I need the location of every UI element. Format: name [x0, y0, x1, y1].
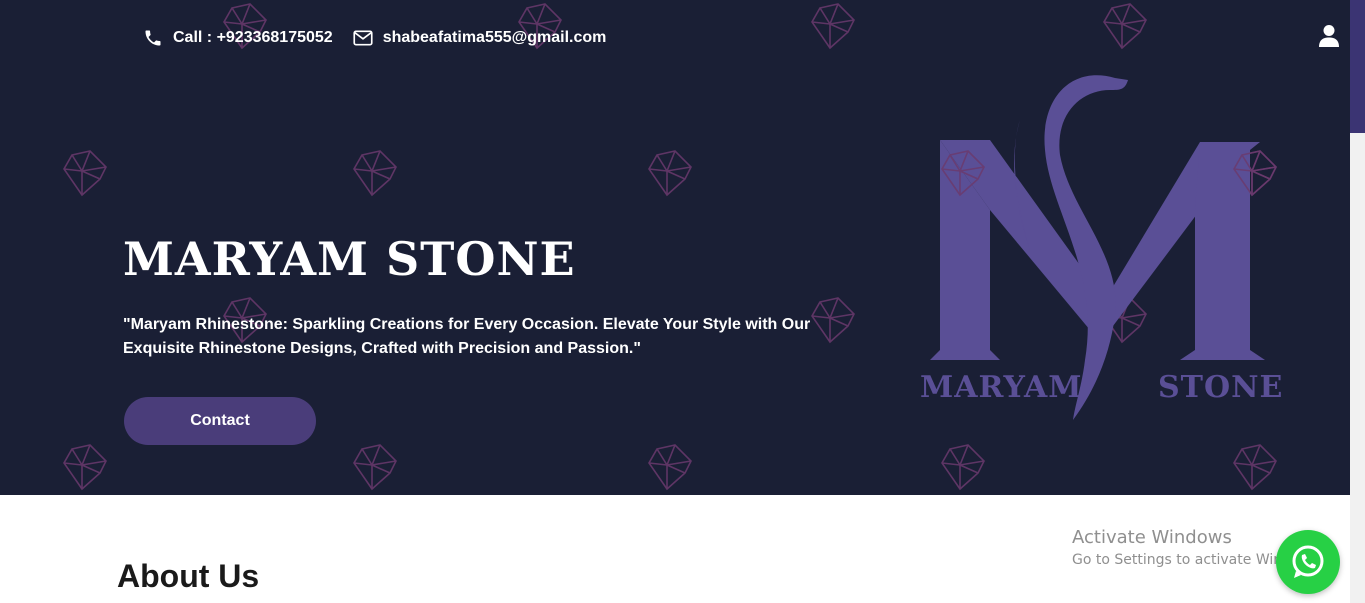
- diamond-icon: [1100, 2, 1150, 52]
- diamond-icon: [1230, 149, 1280, 199]
- logo-text-left: MARYAM: [920, 370, 1083, 405]
- diamond-icon: [350, 149, 400, 199]
- hero-section: Call : +923368175052 shabeafatima555@gma…: [0, 0, 1350, 495]
- user-icon[interactable]: [1318, 24, 1340, 48]
- diamond-icon: [350, 443, 400, 493]
- diamond-icon: [1230, 443, 1280, 493]
- contact-button[interactable]: Contact: [124, 397, 316, 445]
- diamond-icon: [645, 149, 695, 199]
- envelope-icon: [353, 30, 373, 46]
- diamond-icon: [60, 443, 110, 493]
- about-heading: About Us: [117, 558, 260, 594]
- email-label: shabeafatima555@gmail.com: [382, 29, 607, 46]
- hero-title: MARYAM STONE: [123, 232, 576, 286]
- contact-bar: Call : +923368175052 shabeafatima555@gma…: [143, 24, 626, 52]
- whatsapp-icon: [1292, 545, 1324, 578]
- diamond-icon: [938, 149, 988, 199]
- diamond-icon: [60, 149, 110, 199]
- diamond-icon: [938, 443, 988, 493]
- scrollbar-thumb[interactable]: [1350, 0, 1365, 133]
- diamond-icon: [808, 2, 858, 52]
- email-link[interactable]: shabeafatima555@gmail.com: [353, 29, 607, 47]
- phone-label: Call : +923368175052: [173, 29, 333, 46]
- phone-link[interactable]: Call : +923368175052: [143, 28, 333, 48]
- phone-icon: [145, 30, 161, 46]
- diamond-icon: [645, 443, 695, 493]
- hero-tagline: "Maryam Rhinestone: Sparkling Creations …: [123, 316, 811, 357]
- whatsapp-button[interactable]: [1276, 530, 1340, 594]
- logo-text-right: STONE: [1158, 370, 1284, 405]
